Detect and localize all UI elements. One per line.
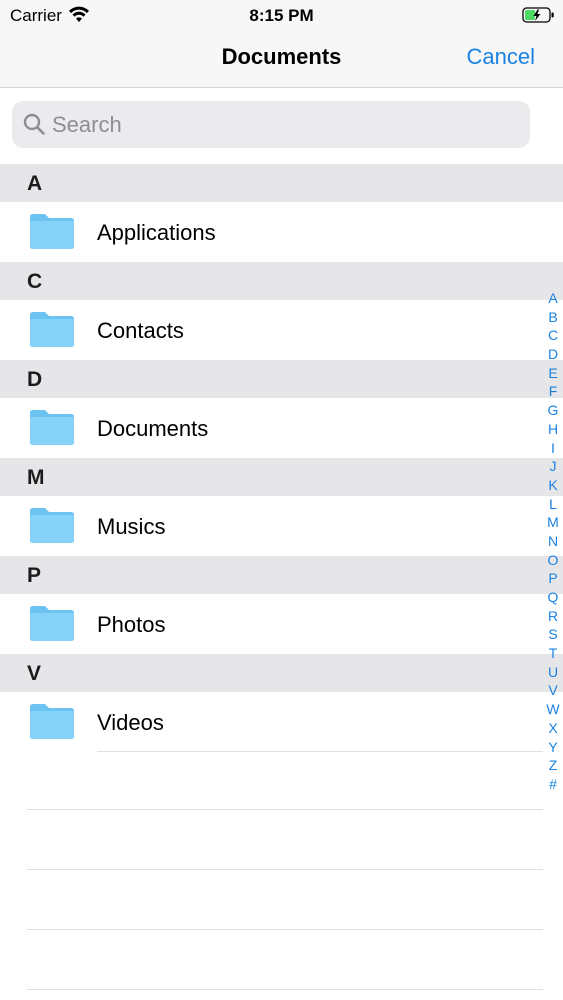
row-separator [97, 751, 543, 752]
index-letter[interactable]: D [545, 345, 561, 364]
list-item-label: Documents [97, 416, 209, 441]
index-letter[interactable]: I [545, 439, 561, 458]
index-letter[interactable]: X [545, 719, 561, 738]
section-letter: C [27, 270, 43, 293]
folder-icon [30, 606, 74, 641]
list-item-musics[interactable]: Musics [0, 496, 563, 556]
index-letter[interactable]: C [545, 326, 561, 345]
index-letter[interactable]: Z [545, 756, 561, 775]
list-item-applications[interactable]: Applications [0, 202, 563, 262]
list-item-label: Applications [97, 220, 216, 245]
index-letter[interactable]: # [545, 775, 561, 794]
index-letter[interactable]: S [545, 625, 561, 644]
section-letter: A [27, 172, 43, 195]
index-letter[interactable]: P [545, 569, 561, 588]
section-letter: M [27, 466, 45, 489]
index-letter[interactable]: O [545, 551, 561, 570]
index-letter[interactable]: L [545, 495, 561, 514]
index-letter[interactable]: J [545, 457, 561, 476]
folder-icon [30, 508, 74, 543]
index-letter[interactable]: M [545, 513, 561, 532]
section-letter: V [27, 662, 42, 685]
index-letter[interactable]: B [545, 308, 561, 327]
search-placeholder: Search [52, 112, 122, 137]
list-item-label: Musics [97, 514, 166, 539]
list-item-videos[interactable]: Videos [0, 692, 563, 752]
row-separator [27, 809, 543, 810]
folder-icon [30, 410, 74, 445]
section-header-m: M [0, 458, 563, 496]
index-letter[interactable]: V [545, 681, 561, 700]
index-letter[interactable]: F [545, 382, 561, 401]
list-item-contacts[interactable]: Contacts [0, 300, 563, 360]
section-header-d: D [0, 360, 563, 398]
index-letter[interactable]: A [545, 289, 561, 308]
status-time: 8:15 PM [249, 6, 314, 25]
list-item-photos[interactable]: Photos [0, 594, 563, 654]
folder-icon [30, 704, 74, 739]
cancel-button[interactable]: Cancel [467, 44, 535, 70]
status-bar: Carrier 8:15 PM [0, 0, 563, 30]
battery-charging-icon [522, 7, 554, 23]
section-letter: D [27, 368, 43, 391]
search-input[interactable]: Search [12, 101, 530, 148]
index-letter[interactable]: U [545, 663, 561, 682]
section-header-p: P [0, 556, 563, 594]
index-letter[interactable]: Q [545, 588, 561, 607]
section-index[interactable]: A B C D E F G H I J K L M N O P Q R S T U V W X Y Z # [545, 289, 561, 794]
index-letter[interactable]: W [545, 700, 561, 719]
index-letter[interactable]: E [545, 364, 561, 383]
folder-icon [30, 312, 74, 347]
folder-icon [30, 214, 74, 249]
index-letter[interactable]: T [545, 644, 561, 663]
index-letter[interactable]: R [545, 607, 561, 626]
index-letter[interactable]: Y [545, 738, 561, 757]
section-letter: P [27, 564, 42, 587]
list-item-label: Photos [97, 612, 166, 637]
section-header-c: C [0, 262, 563, 300]
search-bar: Search [0, 88, 563, 164]
row-separator [27, 929, 543, 930]
row-separator [27, 869, 543, 870]
index-letter[interactable]: G [545, 401, 561, 420]
index-letter[interactable]: K [545, 476, 561, 495]
folder-list: A Applications C Contacts D Documents M … [0, 164, 563, 752]
list-item-label: Contacts [97, 318, 184, 343]
list-item-documents[interactable]: Documents [0, 398, 563, 458]
section-header-a: A [0, 164, 563, 202]
section-header-v: V [0, 654, 563, 692]
list-item-label: Videos [97, 710, 164, 735]
navigation-bar: Documents Cancel [0, 30, 563, 88]
index-letter[interactable]: N [545, 532, 561, 551]
search-icon [23, 113, 45, 135]
index-letter[interactable]: H [545, 420, 561, 439]
row-separator [27, 989, 543, 990]
